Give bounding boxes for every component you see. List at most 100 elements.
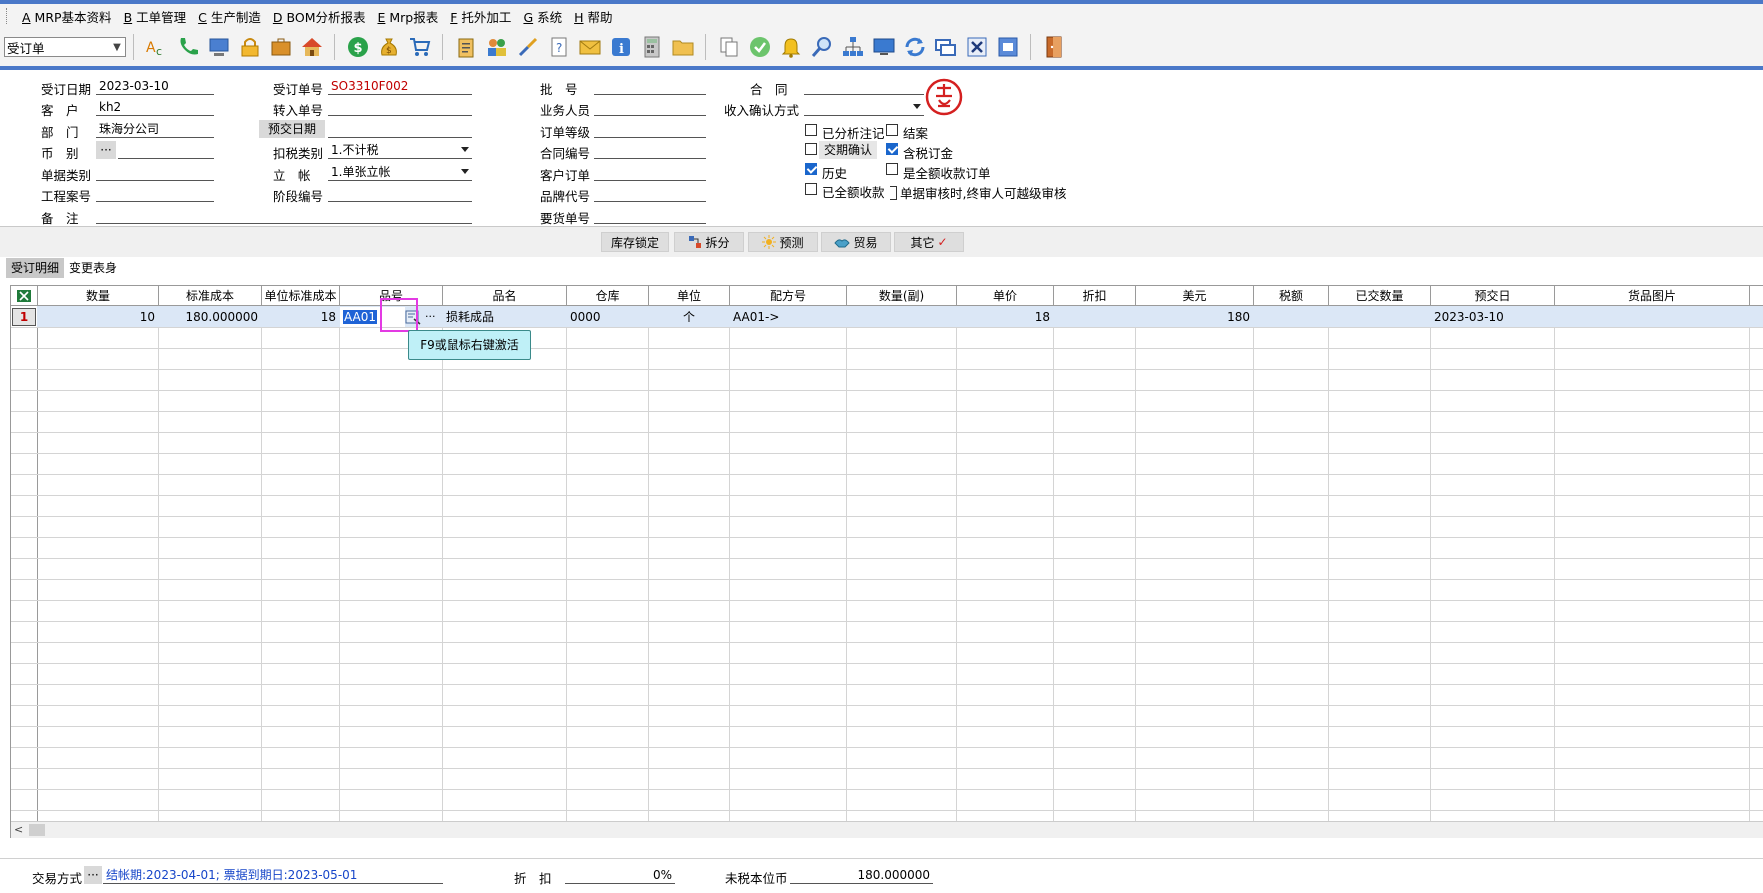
period-confirm-checkbox[interactable] xyxy=(805,143,817,155)
trade-method-field[interactable]: 结帐期:2023-04-01; 票据到期日:2023-05-01 xyxy=(103,867,443,884)
col-header-qty-sub[interactable]: 数量(副) xyxy=(847,286,957,306)
account-select[interactable]: 1.单张立帐 xyxy=(328,164,472,181)
batch-no-field[interactable] xyxy=(594,78,706,95)
order-level-field[interactable] xyxy=(594,121,706,138)
org-chart-button[interactable] xyxy=(837,32,868,62)
col-header-price[interactable]: 单价 xyxy=(957,286,1054,306)
order-no-field[interactable]: SO3310F002 xyxy=(328,78,472,95)
approve-button[interactable] xyxy=(744,32,775,62)
cell-usd[interactable]: 180 xyxy=(1136,307,1253,327)
trade-button[interactable]: 贸易 xyxy=(821,232,891,252)
menu-production[interactable]: C 生产制造 xyxy=(192,7,267,26)
scroll-left-icon[interactable]: < xyxy=(14,823,23,836)
stage-no-field[interactable] xyxy=(328,185,472,202)
dropdown-arrow-icon[interactable] xyxy=(913,104,921,109)
money-button[interactable]: $ xyxy=(342,32,373,62)
menu-mrp-report[interactable]: E Mrp报表 xyxy=(371,7,444,26)
untaxed-amount-field[interactable]: 180.000000 xyxy=(790,867,933,884)
calculator-button[interactable] xyxy=(636,32,667,62)
refresh-button[interactable] xyxy=(899,32,930,62)
tab-change-body[interactable]: 变更表身 xyxy=(64,258,122,278)
item-more-button[interactable]: ··· xyxy=(425,307,441,327)
final-audit-option[interactable]: 单据审核时,终审人可越级审核 xyxy=(890,183,1066,202)
cell-price[interactable]: 18 xyxy=(957,307,1053,327)
cell-unit[interactable]: 个 xyxy=(649,307,729,327)
scroll-thumb[interactable] xyxy=(29,824,45,836)
income-confirm-select[interactable] xyxy=(804,99,924,116)
cell-pre-date[interactable]: 2023-03-10 xyxy=(1431,307,1554,327)
doc-category-field[interactable] xyxy=(96,164,214,181)
link-button[interactable] xyxy=(512,32,543,62)
dropdown-arrow-icon[interactable] xyxy=(461,169,469,174)
cell-std-cost[interactable]: 180.000000 xyxy=(159,307,261,327)
bell-button[interactable] xyxy=(775,32,806,62)
request-no-field[interactable] xyxy=(594,207,706,224)
col-header-warehouse[interactable]: 仓库 xyxy=(567,286,649,306)
cell-warehouse[interactable]: 0000 xyxy=(567,307,648,327)
contract-no-field[interactable] xyxy=(594,142,706,159)
history-checkbox[interactable] xyxy=(805,163,817,175)
col-header-item-name[interactable]: 品名 xyxy=(443,286,567,306)
salesperson-field[interactable] xyxy=(594,99,706,116)
order-date-field[interactable]: 2023-03-10 xyxy=(96,78,214,95)
transfer-no-field[interactable] xyxy=(328,99,472,116)
full-received-checkbox[interactable] xyxy=(805,183,817,195)
menu-outsourcing[interactable]: F 托外加工 xyxy=(444,7,517,26)
pre-delivery-date-button[interactable]: 预交日期 xyxy=(259,120,325,138)
tax-included-checkbox[interactable] xyxy=(886,143,898,155)
grid-export-cell[interactable] xyxy=(11,286,38,306)
col-header-pre-date[interactable]: 预交日 xyxy=(1431,286,1555,306)
currency-field[interactable] xyxy=(118,142,214,159)
tab-order-detail[interactable]: 受订明细 xyxy=(6,258,65,278)
copy-button[interactable] xyxy=(713,32,744,62)
spellcheck-button[interactable]: Ac xyxy=(141,32,172,62)
cell-formula[interactable]: AA01-> xyxy=(730,307,846,327)
users-button[interactable] xyxy=(481,32,512,62)
col-header-discount[interactable]: 折扣 xyxy=(1054,286,1136,306)
currency-picker-button[interactable]: ··· xyxy=(96,141,116,159)
menu-system[interactable]: G 系统 xyxy=(517,7,568,26)
col-header-qty[interactable]: 数量 xyxy=(38,286,159,306)
customer-order-field[interactable] xyxy=(594,164,706,181)
clipboard-button[interactable] xyxy=(450,32,481,62)
contract-field[interactable] xyxy=(804,78,924,95)
pre-delivery-date-field[interactable] xyxy=(328,121,472,138)
col-header-tax[interactable]: 税额 xyxy=(1254,286,1329,306)
split-button[interactable]: 拆分 xyxy=(674,232,744,252)
computer-button[interactable] xyxy=(203,32,234,62)
home-button[interactable] xyxy=(296,32,327,62)
forecast-button[interactable]: 预测 xyxy=(748,232,818,252)
trade-method-picker-button[interactable]: ··· xyxy=(84,866,102,884)
doc-type-select[interactable]: 受订单 ▼ xyxy=(4,37,126,57)
cart-button[interactable] xyxy=(404,32,435,62)
full-payment-order-checkbox[interactable] xyxy=(886,163,898,175)
menu-work-order[interactable]: B 工单管理 xyxy=(118,7,193,26)
col-header-std-cost[interactable]: 标准成本 xyxy=(159,286,262,306)
exit-button[interactable] xyxy=(1038,32,1069,62)
dept-field[interactable]: 珠海分公司 xyxy=(96,121,214,138)
stock-lock-button[interactable]: 库存锁定 xyxy=(601,232,669,252)
other-button[interactable]: 其它 ✓ xyxy=(894,232,964,252)
col-header-unit[interactable]: 单位 xyxy=(649,286,730,306)
remark-field[interactable] xyxy=(96,207,472,224)
menu-help[interactable]: H 帮助 xyxy=(568,7,618,26)
cell-unit-std-cost[interactable]: 18 xyxy=(262,307,339,327)
menu-mrp-basic[interactable]: A MRP基本资料 xyxy=(16,7,118,26)
moneybag-button[interactable]: $ xyxy=(373,32,404,62)
customer-field[interactable]: kh2 xyxy=(96,99,214,116)
col-header-unit-std-cost[interactable]: 单位标准成本 xyxy=(262,286,340,306)
tax-type-select[interactable]: 1.不计税 xyxy=(328,142,472,159)
grid-horizontal-scrollbar[interactable]: < xyxy=(11,821,1763,838)
search-button[interactable] xyxy=(806,32,837,62)
restore-button[interactable] xyxy=(992,32,1023,62)
brand-code-field[interactable] xyxy=(594,185,706,202)
briefcase-button[interactable] xyxy=(265,32,296,62)
col-header-formula[interactable]: 配方号 xyxy=(730,286,847,306)
phone-button[interactable] xyxy=(172,32,203,62)
close-button[interactable] xyxy=(961,32,992,62)
window-button[interactable] xyxy=(930,32,961,62)
row-number[interactable]: 1 xyxy=(12,308,36,326)
folder-button[interactable] xyxy=(667,32,698,62)
project-no-field[interactable] xyxy=(96,185,214,202)
col-header-delivered-qty[interactable]: 已交数量 xyxy=(1329,286,1431,306)
